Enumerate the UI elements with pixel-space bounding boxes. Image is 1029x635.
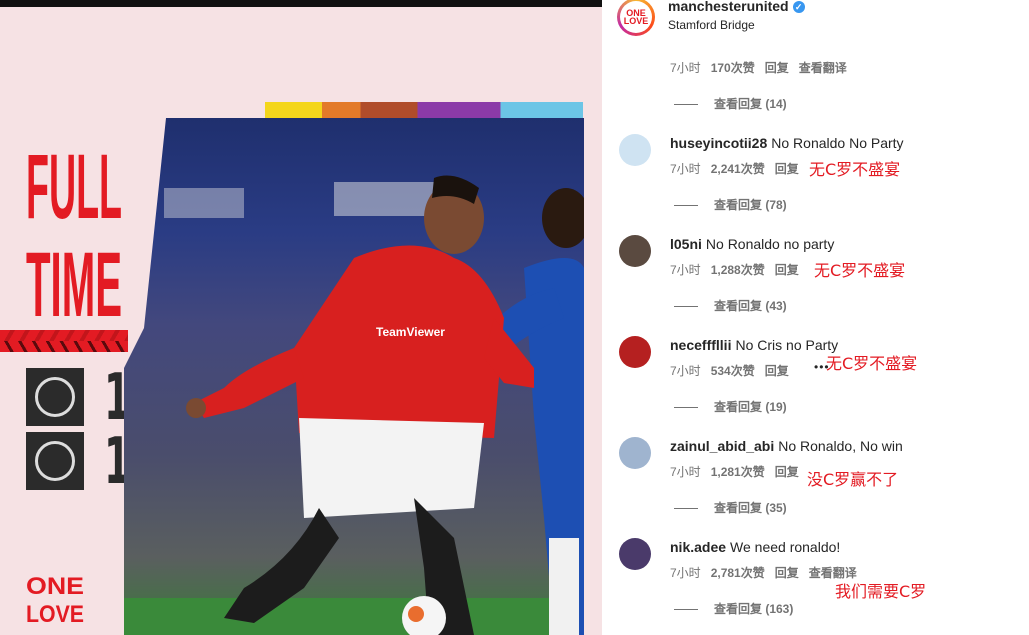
comment-meta: 7小时 2,241次赞 回复	[670, 160, 809, 177]
annotation: 无C罗不盛宴	[826, 354, 918, 373]
comment-time: 7小时	[670, 566, 701, 580]
comment-text: zainul_abid_abi No Ronaldo, No win	[670, 438, 903, 454]
one-love-word-1: ONE	[26, 573, 84, 600]
jersey-sponsor: TeamViewer	[376, 325, 445, 339]
reply-button[interactable]: 回复	[765, 61, 789, 75]
post-image[interactable]: FULL TIME 1 1 TeamViewer ONE LOVE	[0, 0, 602, 635]
comment-username[interactable]: zainul_abid_abi	[670, 438, 774, 454]
comment-time: 7小时	[670, 465, 701, 479]
comment-time: 7小时	[670, 364, 701, 378]
comment-meta: 7小时 1,281次赞 回复	[670, 463, 809, 480]
chelsea-crest-icon	[26, 368, 84, 426]
comment-text: nik.adee We need ronaldo!	[670, 539, 841, 555]
account-username[interactable]: manchesterunited	[668, 0, 789, 14]
comment-username[interactable]: l05ni	[670, 236, 702, 252]
comment-username[interactable]: nik.adee	[670, 539, 726, 555]
comment-time: 7小时	[670, 162, 701, 176]
match-photo: TeamViewer	[124, 118, 584, 635]
reply-button[interactable]: 回复	[775, 263, 799, 277]
headline-line-2: TIME	[26, 234, 122, 318]
comment-time: 7小时	[670, 61, 701, 75]
comment-meta: 7小时 1,288次赞 回复	[670, 261, 809, 278]
view-replies-button[interactable]: 查看回复 (19)	[674, 398, 787, 415]
comment-time: 7小时	[670, 263, 701, 277]
avatar-text: ONE LOVE	[623, 8, 649, 26]
view-replies-button[interactable]: 查看回复 (163)	[674, 600, 793, 617]
comments-panel[interactable]: ONE LOVE manchesterunited ✓ Stamford Bridg…	[602, 0, 1029, 635]
view-replies-button[interactable]: 查看回复 (14)	[674, 95, 787, 112]
annotation: 无C罗不盛宴	[809, 160, 901, 179]
account-name[interactable]: manchesterunited ✓	[668, 0, 805, 14]
account-avatar[interactable]: ONE LOVE	[617, 0, 655, 36]
annotation: 我们需要C罗	[835, 582, 927, 601]
top-comment-meta: 7小时 170次赞 回复 查看翻译	[670, 59, 857, 76]
reply-button[interactable]: 回复	[775, 162, 799, 176]
one-love-word-2: LOVE	[26, 601, 84, 625]
commenter-avatar[interactable]	[619, 437, 651, 469]
comment-likes[interactable]: 2,241次赞	[711, 162, 765, 176]
image-top-bar	[0, 0, 602, 7]
reply-button[interactable]: 回复	[775, 465, 799, 479]
commenter-avatar[interactable]	[619, 538, 651, 570]
comment-likes[interactable]: 1,281次赞	[711, 465, 765, 479]
verified-badge-icon: ✓	[792, 1, 805, 14]
comment-username[interactable]: necefffllii	[670, 337, 731, 353]
full-time-headline: FULL TIME	[26, 136, 122, 318]
comment-text: l05ni No Ronaldo no party	[670, 236, 835, 252]
commenter-avatar[interactable]	[619, 134, 651, 166]
comment-likes[interactable]: 170次赞	[711, 61, 755, 75]
reply-button[interactable]: 回复	[775, 566, 799, 580]
comment-meta: 7小时 534次赞 回复	[670, 362, 799, 379]
view-replies-button[interactable]: 查看回复 (43)	[674, 297, 787, 314]
commenter-avatar[interactable]	[619, 336, 651, 368]
view-replies-button[interactable]: 查看回复 (78)	[674, 196, 787, 213]
headline-line-1: FULL	[26, 136, 122, 238]
translate-button[interactable]: 查看翻译	[799, 61, 847, 75]
reply-button[interactable]: 回复	[765, 364, 789, 378]
comment-text: necefffllii No Cris no Party	[670, 337, 839, 353]
decorative-stripes	[0, 330, 128, 352]
comment-likes[interactable]: 2,781次赞	[711, 566, 765, 580]
rainbow-color-bar	[265, 102, 583, 118]
post-header: ONE LOVE manchesterunited ✓ Stamford Bridg…	[602, 0, 1029, 44]
one-love-logo: ONE LOVE	[26, 573, 84, 625]
commenter-avatar[interactable]	[619, 235, 651, 267]
comment-text: huseyincotii28 No Ronaldo No Party	[670, 135, 904, 151]
comment-username[interactable]: huseyincotii28	[670, 135, 767, 151]
comment-likes[interactable]: 534次赞	[711, 364, 755, 378]
man-utd-crest-icon	[26, 432, 84, 490]
annotation: 无C罗不盛宴	[814, 261, 906, 280]
comment-likes[interactable]: 1,288次赞	[711, 263, 765, 277]
post-location[interactable]: Stamford Bridge	[668, 18, 755, 32]
annotation: 没C罗赢不了	[807, 470, 899, 489]
view-replies-button[interactable]: 查看回复 (35)	[674, 499, 787, 516]
